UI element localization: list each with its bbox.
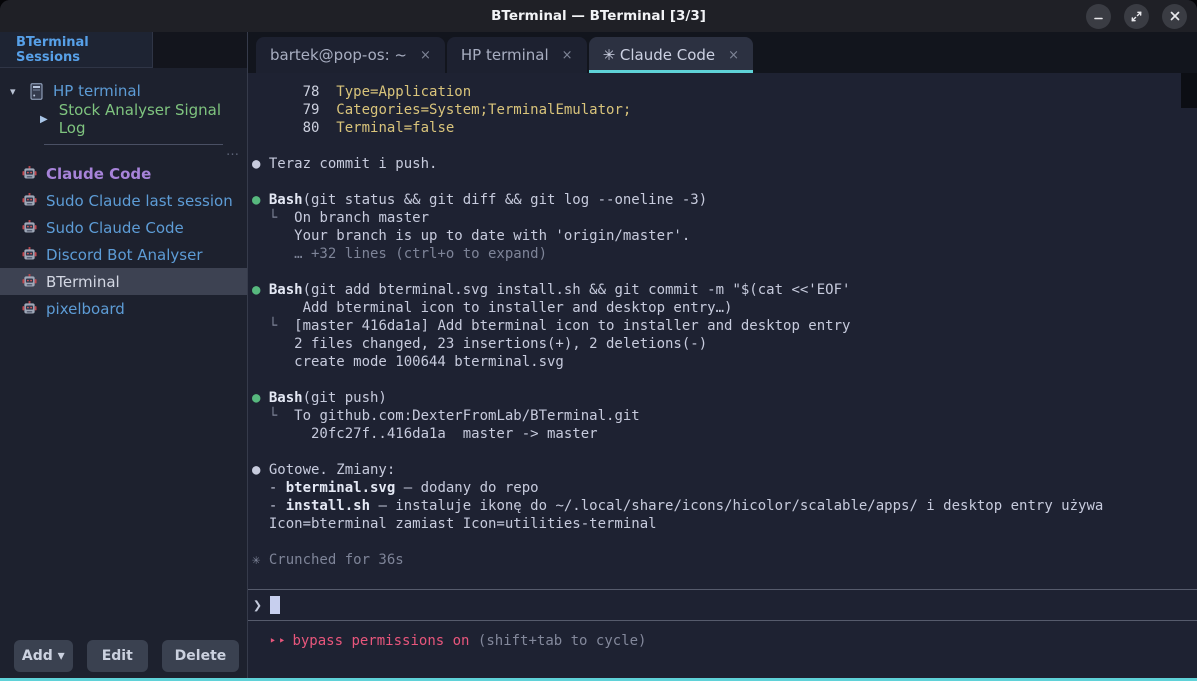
minimize-icon bbox=[1092, 10, 1105, 23]
terminal-line: 80 Terminal=false bbox=[252, 119, 1197, 137]
maximize-button[interactable] bbox=[1124, 4, 1149, 29]
divider-line bbox=[44, 144, 223, 145]
terminal-line bbox=[252, 173, 1197, 191]
terminal-line: ● Teraz commit i push. bbox=[252, 155, 1197, 173]
close-button[interactable] bbox=[1162, 4, 1187, 29]
tab-label: HP terminal bbox=[461, 46, 549, 64]
sidebar: BTerminal Sessions ▾ HP terminal ▶ bbox=[0, 32, 248, 678]
terminal-line bbox=[252, 533, 1197, 551]
prompt-input[interactable]: ❯ bbox=[248, 589, 1197, 621]
computer-icon bbox=[30, 83, 43, 100]
robot-icon bbox=[22, 166, 37, 181]
delete-button[interactable]: Delete bbox=[162, 640, 239, 672]
terminal-line bbox=[252, 137, 1197, 155]
sidebar-header-strip: BTerminal Sessions bbox=[0, 32, 247, 68]
play-icon: ▶ bbox=[40, 114, 48, 125]
prompt-chevron-icon: ❯ bbox=[253, 596, 262, 614]
sidebar-header-fill bbox=[153, 32, 247, 68]
minimize-button[interactable] bbox=[1086, 4, 1111, 29]
tree-item-stock-analyser-signal-log[interactable]: ▶ Stock Analyser Signal Log bbox=[0, 105, 247, 133]
permissions-mode-label: bypass permissions on bbox=[292, 633, 469, 649]
tree-item-label: HP terminal bbox=[53, 82, 141, 100]
tab-label: bartek@pop-os: ~ bbox=[270, 46, 407, 64]
terminal-line bbox=[252, 443, 1197, 461]
session-tree: ▾ HP terminal ▶ Stock Analyser Signal Lo… bbox=[0, 68, 247, 322]
content-area: bartek@pop-os: ~×HP terminal×✳ Claude Co… bbox=[248, 32, 1197, 678]
terminal-line: ● Gotowe. Zmiany: bbox=[252, 461, 1197, 479]
terminal-line: Icon=bterminal zamiast Icon=utilities-te… bbox=[252, 515, 1197, 533]
scrollbar-thumb[interactable] bbox=[1181, 73, 1197, 108]
session-item-discord-bot-analyser[interactable]: Discord Bot Analyser bbox=[0, 241, 247, 268]
terminal-line: Add bterminal icon to installer and desk… bbox=[252, 299, 1197, 317]
close-tab-icon[interactable]: × bbox=[728, 48, 739, 63]
session-list: Claude Code Sudo Claude last session Sudo … bbox=[0, 160, 247, 322]
add-button[interactable]: Add ▾ bbox=[14, 640, 73, 672]
session-item-label: Claude Code bbox=[46, 165, 151, 183]
tab-label: ✳ Claude Code bbox=[603, 46, 716, 64]
terminal-line: create mode 100644 bterminal.svg bbox=[252, 353, 1197, 371]
terminal-line: ● Bash(git push) bbox=[252, 389, 1197, 407]
robot-icon bbox=[22, 220, 37, 235]
terminal-line: Your branch is up to date with 'origin/m… bbox=[252, 227, 1197, 245]
tab-bartek-pop-os[interactable]: bartek@pop-os: ~ × bbox=[256, 37, 445, 73]
close-tab-icon[interactable]: × bbox=[420, 48, 431, 63]
terminal-line: - install.sh — instaluje ikonę do ~/.loc… bbox=[252, 497, 1197, 515]
window-title: BTerminal — BTerminal [3/3] bbox=[0, 8, 1197, 24]
terminal-line: 20fc27f..416da1a master -> master bbox=[252, 425, 1197, 443]
session-item-label: Discord Bot Analyser bbox=[46, 246, 202, 264]
edit-button[interactable]: Edit bbox=[87, 640, 148, 672]
tree-item-label: Stock Analyser Signal Log bbox=[59, 101, 247, 137]
app-window: BTerminal — BTerminal [3/3] BTerminal Se… bbox=[0, 0, 1197, 681]
terminal-line: └ [master 416da1a] Add bterminal icon to… bbox=[252, 317, 1197, 335]
terminal-line: ✳ Crunched for 36s bbox=[252, 551, 1197, 569]
session-item-label: Sudo Claude last session bbox=[46, 192, 233, 210]
session-item-sudo-claude-code[interactable]: Sudo Claude Code bbox=[0, 214, 247, 241]
maximize-icon bbox=[1130, 10, 1143, 23]
permissions-hint: (shift+tab to cycle) bbox=[469, 633, 646, 649]
window-controls bbox=[1086, 4, 1197, 29]
session-item-label: pixelboard bbox=[46, 300, 125, 318]
main-area: BTerminal Sessions ▾ HP terminal ▶ bbox=[0, 32, 1197, 678]
terminal-line: 78 Type=Application bbox=[252, 83, 1197, 101]
terminal-line: - bterminal.svg — dodany do repo bbox=[252, 479, 1197, 497]
double-arrow-icon: ‣‣ bbox=[269, 634, 287, 648]
session-item-sudo-claude-last-session[interactable]: Sudo Claude last session bbox=[0, 187, 247, 214]
terminal-output: 78 Type=Application 79 Categories=System… bbox=[248, 73, 1197, 589]
session-item-claude-code[interactable]: Claude Code bbox=[0, 160, 247, 187]
sidebar-buttons: Add ▾ Edit Delete bbox=[14, 640, 239, 672]
close-icon bbox=[1169, 10, 1181, 22]
caret-down-icon[interactable]: ▾ bbox=[10, 85, 22, 98]
terminal-line: … +32 lines (ctrl+o to expand) bbox=[252, 245, 1197, 263]
session-item-pixelboard[interactable]: pixelboard bbox=[0, 295, 247, 322]
terminal-line bbox=[252, 371, 1197, 389]
titlebar: BTerminal — BTerminal [3/3] bbox=[0, 0, 1197, 32]
terminal-line: 79 Categories=System;TerminalEmulator; bbox=[252, 101, 1197, 119]
sidebar-header: BTerminal Sessions bbox=[0, 32, 153, 68]
session-item-label: Sudo Claude Code bbox=[46, 219, 184, 237]
permissions-status: ‣‣ bypass permissions on (shift+tab to cy… bbox=[248, 621, 1197, 678]
robot-icon bbox=[22, 247, 37, 262]
robot-icon bbox=[22, 193, 37, 208]
terminal-line: ● Bash(git status && git diff && git log… bbox=[252, 191, 1197, 209]
terminal-line: └ To github.com:DexterFromLab/BTerminal.… bbox=[252, 407, 1197, 425]
robot-icon bbox=[22, 301, 37, 316]
text-cursor bbox=[270, 596, 280, 614]
tab-bar: bartek@pop-os: ~×HP terminal×✳ Claude Co… bbox=[248, 32, 1197, 73]
session-item-bterminal[interactable]: BTerminal bbox=[0, 268, 247, 295]
terminal-line: └ On branch master bbox=[252, 209, 1197, 227]
terminal-line bbox=[252, 263, 1197, 281]
session-item-label: BTerminal bbox=[46, 273, 120, 291]
overflow-dots: … bbox=[226, 149, 239, 155]
tab-hp-terminal[interactable]: HP terminal × bbox=[447, 37, 587, 73]
terminal-line: 2 files changed, 23 insertions(+), 2 del… bbox=[252, 335, 1197, 353]
robot-icon bbox=[22, 274, 37, 289]
close-tab-icon[interactable]: × bbox=[562, 48, 573, 63]
terminal[interactable]: 78 Type=Application 79 Categories=System… bbox=[248, 73, 1197, 678]
terminal-line: ● Bash(git add bterminal.svg install.sh … bbox=[252, 281, 1197, 299]
tab-claude-code[interactable]: ✳ Claude Code × bbox=[589, 37, 754, 73]
